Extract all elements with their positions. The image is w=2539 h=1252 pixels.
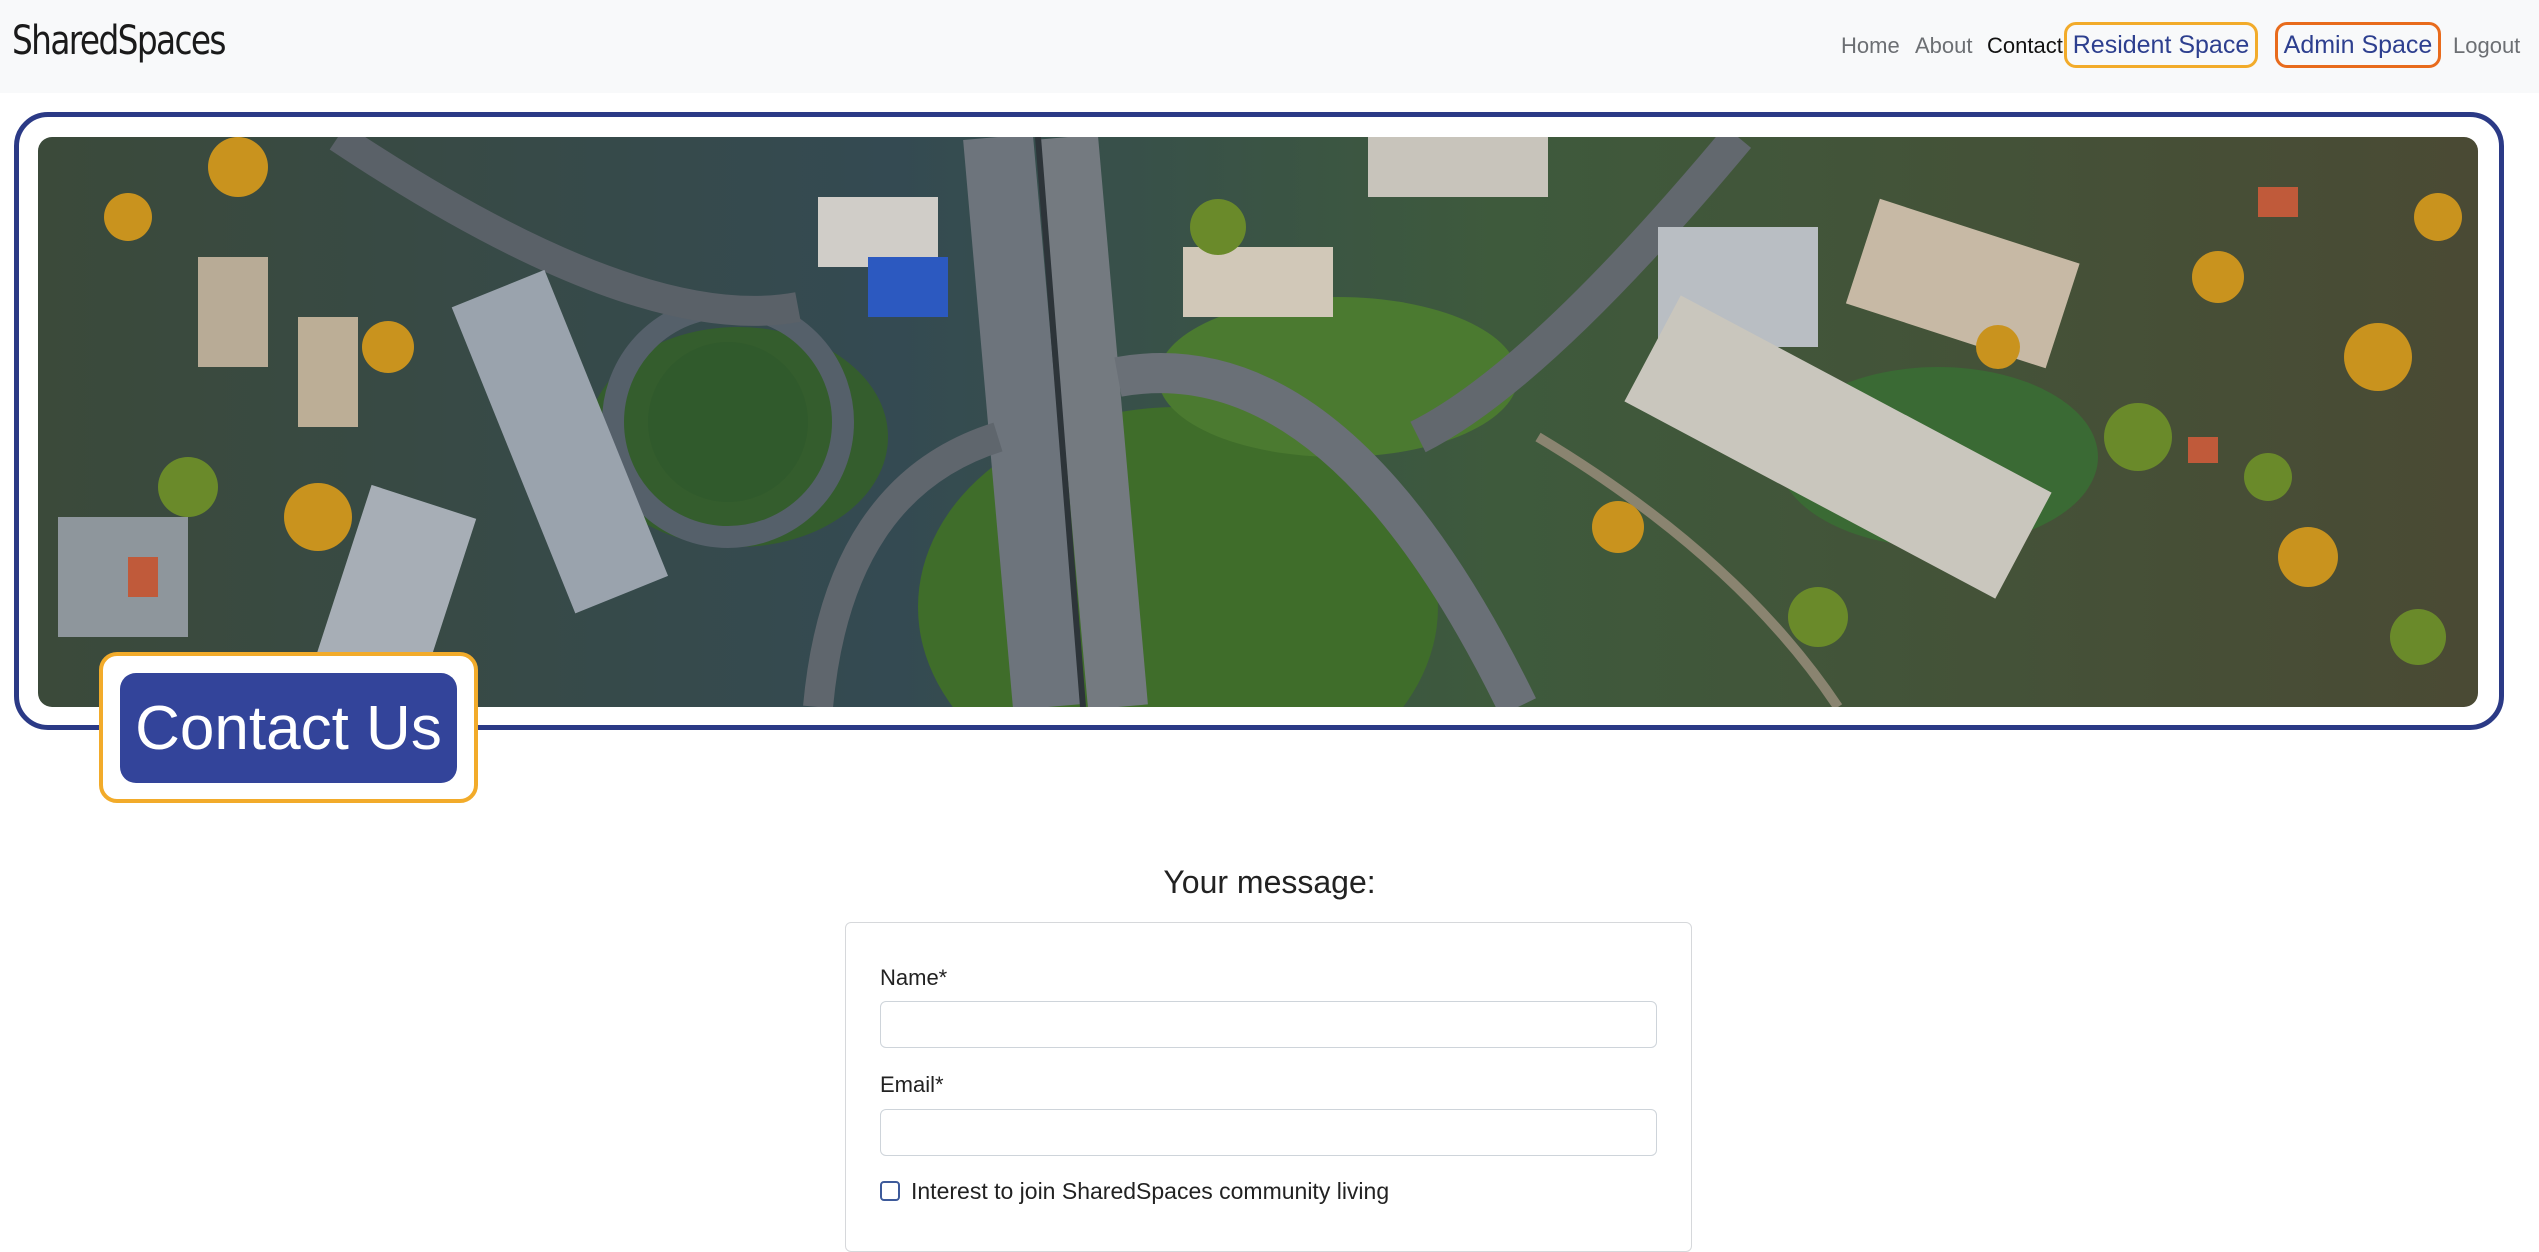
email-label: Email*	[880, 1072, 944, 1097]
interest-checkbox-label[interactable]: Interest to join SharedSpaces community …	[911, 1178, 1389, 1205]
nav-home-link[interactable]: Home	[1841, 33, 1900, 59]
brand-logo[interactable]: SharedSpaces	[12, 18, 226, 64]
form-heading: Your message:	[1163, 864, 1376, 900]
nav-contact-link[interactable]: Contact	[1987, 33, 2063, 59]
page-title: Contact Us	[120, 673, 457, 783]
interest-checkbox[interactable]	[880, 1181, 900, 1201]
resident-space-button[interactable]: Resident Space	[2064, 22, 2258, 68]
hero-aerial-image	[38, 137, 2478, 707]
name-input[interactable]	[880, 1001, 1657, 1048]
admin-space-button[interactable]: Admin Space	[2275, 22, 2441, 68]
email-input[interactable]	[880, 1109, 1657, 1156]
name-label: Name*	[880, 965, 948, 990]
navbar: SharedSpaces Home About Contact Resident…	[0, 0, 2539, 93]
nav-about-link[interactable]: About	[1915, 33, 1973, 59]
nav-logout-link[interactable]: Logout	[2453, 33, 2520, 59]
